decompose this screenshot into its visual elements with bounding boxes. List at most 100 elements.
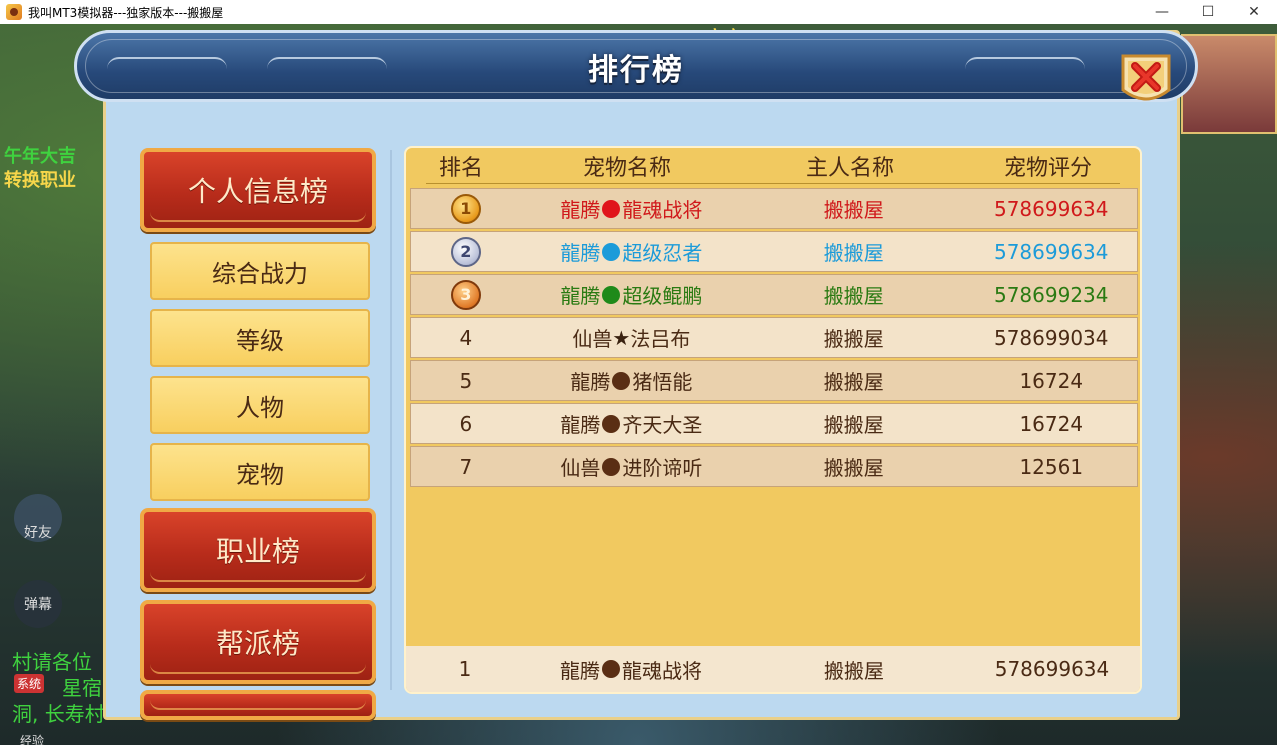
table-row[interactable]: 3 龍腾 超级鲲鹏 搬搬屋 578699234 — [410, 274, 1138, 315]
pet-title: 法吕布 — [630, 327, 691, 351]
owner-cell: 搬搬屋 — [823, 284, 884, 308]
subtab-level[interactable]: 等级 — [150, 309, 370, 367]
maximize-icon[interactable]: ☐ — [1185, 0, 1231, 24]
header-owner-name: 主人名称 — [805, 156, 894, 181]
pet-title: 进阶谛听 — [622, 456, 703, 480]
subtab-pet[interactable]: 宠物 — [150, 443, 370, 501]
pet-prefix: 龍腾 — [560, 413, 601, 437]
event-label[interactable]: 午年大吉 — [4, 142, 76, 168]
score-cell: 578699234 — [993, 282, 1109, 307]
player-avatar[interactable] — [1181, 34, 1277, 134]
header-pet-score: 宠物评分 — [1003, 156, 1092, 181]
my-rank: 1 — [458, 657, 472, 681]
rank-cell: 1 — [411, 189, 521, 228]
pet-prefix: 龍腾 — [560, 198, 601, 222]
score-cell: 16724 — [1019, 368, 1084, 393]
subtab-label: 人物 — [236, 393, 284, 422]
minimize-icon[interactable]: — — [1139, 0, 1185, 24]
bronze-medal-icon: 3 — [450, 279, 481, 310]
chat-system-tag: 系统 — [14, 674, 45, 693]
subtab-label: 等级 — [236, 326, 284, 355]
friends-label: 好友 — [24, 525, 52, 541]
pet-name-cell: 仙兽 ★ 法吕布 — [521, 318, 742, 357]
pet-name-cell: 龍腾 超级鲲鹏 — [521, 275, 742, 314]
table-row[interactable]: 4 仙兽 ★ 法吕布 搬搬屋 578699034 — [410, 317, 1138, 358]
friends-button[interactable]: 好友 — [14, 494, 62, 542]
table-row[interactable]: 7 仙兽 进阶谛听 搬搬屋 12561 — [410, 446, 1138, 487]
score-cell: 16724 — [1019, 411, 1084, 436]
tab-more-ranking[interactable] — [140, 690, 376, 720]
my-score: 578699634 — [994, 657, 1110, 681]
header-rank: 排名 — [438, 156, 483, 181]
pet-title: 龍魂战将 — [622, 198, 703, 222]
owner-cell: 搬搬屋 — [823, 241, 884, 265]
menu-divider — [390, 150, 392, 690]
rank-cell: 6 — [459, 411, 473, 436]
ranking-table: 排名 宠物名称 主人名称 宠物评分 1 龍腾 龍魂战将 搬搬屋 578699634 2 龍腾… — [404, 146, 1142, 694]
tab-guild-label: 帮派榜 — [215, 627, 300, 660]
close-icon[interactable]: ✕ — [1231, 0, 1277, 24]
pet-dot-icon — [602, 414, 621, 433]
score-cell: 578699034 — [993, 325, 1109, 350]
subtab-label: 综合战力 — [212, 259, 308, 288]
pet-name-cell: 龍腾 猪悟能 — [521, 361, 742, 400]
subtab-label: 宠物 — [236, 460, 284, 489]
my-owner: 搬搬屋 — [824, 658, 884, 683]
rank-cell: 2 — [411, 232, 521, 271]
owner-cell: 搬搬屋 — [823, 370, 884, 394]
score-cell: 578699634 — [993, 196, 1109, 221]
tab-career-label: 职业榜 — [215, 535, 300, 568]
tab-career-ranking[interactable]: 职业榜 — [140, 508, 376, 592]
pet-dot-icon — [602, 457, 621, 476]
score-cell: 578699634 — [993, 239, 1109, 264]
table-row[interactable]: 6 龍腾 齐天大圣 搬搬屋 16724 — [410, 403, 1138, 444]
pet-name-cell: 仙兽 进阶谛听 — [521, 447, 742, 486]
tab-personal-ranking[interactable]: 个人信息榜 — [140, 148, 376, 232]
close-x-icon — [1121, 54, 1171, 101]
pet-prefix: 仙兽 — [560, 456, 601, 480]
table-row[interactable]: 2 龍腾 超级忍者 搬搬屋 578699634 — [410, 231, 1138, 272]
silver-medal-icon: 2 — [450, 236, 481, 267]
subtab-character[interactable]: 人物 — [150, 376, 370, 434]
pet-prefix: 龍腾 — [570, 370, 611, 394]
my-pet-dot — [602, 660, 620, 678]
rank-cell: 3 — [411, 275, 521, 314]
chat-line-1: 村请各位 — [12, 650, 92, 674]
my-pet-prefix: 龍腾 — [560, 658, 600, 683]
pet-name-cell: 龍腾 齐天大圣 — [521, 404, 742, 443]
owner-cell: 搬搬屋 — [823, 413, 884, 437]
chat-line-3: 洞, 长寿村 — [12, 702, 105, 726]
panel-title: 排行榜 — [588, 53, 684, 88]
score-cell: 12561 — [1019, 454, 1084, 479]
panel-header: 排行榜 — [74, 30, 1198, 102]
danmu-button[interactable]: 弹幕 — [14, 580, 62, 628]
table-header: 排名 宠物名称 主人名称 宠物评分 — [406, 148, 1140, 184]
pet-name-cell: 龍腾 龍魂战将 — [521, 189, 742, 228]
window-controls: — ☐ ✕ — [1139, 0, 1277, 24]
job-change-label[interactable]: 转换职业 — [4, 166, 76, 192]
danmu-label: 弹幕 — [24, 597, 52, 613]
pet-title: 猪悟能 — [632, 370, 693, 394]
subtab-overall-power[interactable]: 综合战力 — [150, 242, 370, 300]
header-pet-name: 宠物名称 — [582, 156, 671, 181]
my-pet-name: 龍腾 龍魂战将 — [520, 646, 742, 692]
tab-guild-ranking[interactable]: 帮派榜 — [140, 600, 376, 684]
rank-cell: 4 — [459, 325, 473, 350]
pet-prefix: 仙兽 — [572, 327, 613, 351]
panel-close-button[interactable] — [1119, 50, 1173, 108]
table-row[interactable]: 5 龍腾 猪悟能 搬搬屋 16724 — [410, 360, 1138, 401]
gold-medal-icon: 1 — [450, 193, 481, 224]
tab-personal-label: 个人信息榜 — [187, 175, 328, 208]
pet-title: 超级忍者 — [622, 241, 703, 265]
pet-name-cell: 龍腾 超级忍者 — [521, 232, 742, 271]
window-titlebar: 我叫MT3模拟器---独家版本---搬搬屋 — ☐ ✕ — [0, 0, 1277, 24]
rank-cell: 5 — [459, 368, 473, 393]
owner-cell: 搬搬屋 — [823, 456, 884, 480]
pet-prefix: 龍腾 — [560, 241, 601, 265]
app-icon — [6, 4, 22, 20]
pet-dot-icon — [602, 199, 621, 218]
window-title: 我叫MT3模拟器---独家版本---搬搬屋 — [28, 5, 224, 20]
pet-title: 齐天大圣 — [622, 413, 703, 437]
my-pet-title: 龍魂战将 — [622, 658, 702, 683]
table-row[interactable]: 1 龍腾 龍魂战将 搬搬屋 578699634 — [410, 188, 1138, 229]
